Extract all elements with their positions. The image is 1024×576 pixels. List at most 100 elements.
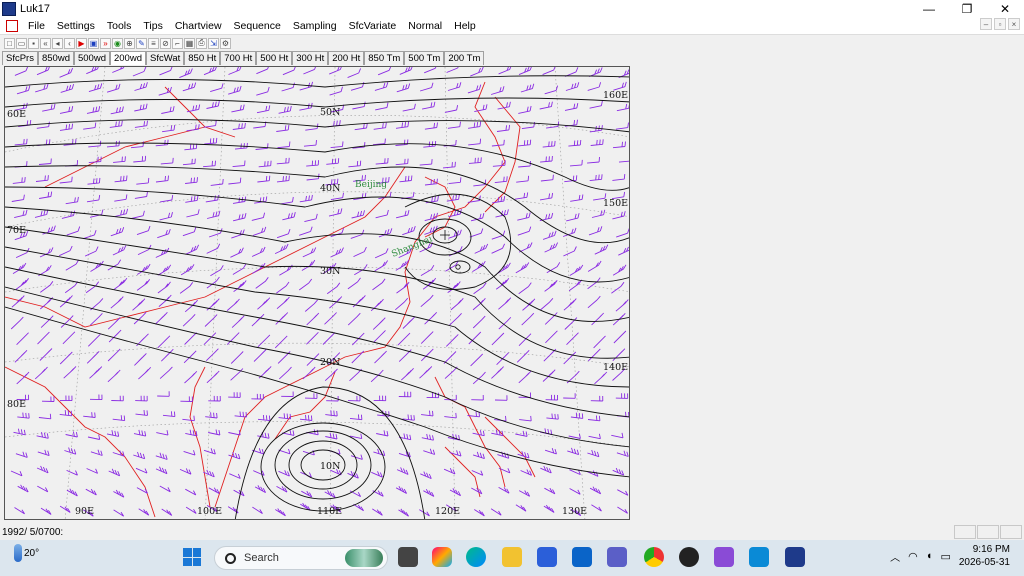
chrome-icon[interactable] [644, 547, 664, 567]
outlook-icon[interactable] [572, 547, 592, 567]
mdi-close-button[interactable]: × [1008, 18, 1020, 30]
wind-barb [87, 177, 101, 185]
wind-barb [135, 410, 148, 416]
wind-barb [395, 297, 409, 311]
menu-tips[interactable]: Tips [137, 20, 168, 32]
open-icon[interactable]: ▭ [16, 37, 27, 49]
wind-barb [276, 157, 290, 165]
menu-sfcvariate[interactable]: SfcVariate [343, 20, 403, 32]
wind-barb [520, 469, 533, 476]
grid-icon[interactable]: ▦ [184, 37, 195, 49]
battery-icon[interactable]: ▭ [940, 550, 950, 563]
mdi-minimize-button[interactable]: ‒ [980, 18, 992, 30]
wind-barb [449, 450, 462, 457]
menu-help[interactable]: Help [448, 20, 482, 32]
media-icon[interactable] [679, 547, 699, 567]
first-icon[interactable]: « [40, 37, 51, 49]
tab-850tm[interactable]: 850 Tm [364, 51, 405, 65]
tab-200wd[interactable]: 200wd [109, 51, 146, 65]
wind-barb [257, 297, 271, 310]
settings-icon[interactable]: ⚙ [220, 37, 231, 49]
start-icon[interactable] [183, 548, 201, 566]
tab-sfcwat[interactable]: SfcWat [145, 51, 185, 65]
tab-500tm[interactable]: 500 Tm [404, 51, 445, 65]
remote-icon[interactable] [749, 547, 769, 567]
print-icon[interactable]: ⎙ [196, 37, 207, 49]
menu-tools[interactable]: Tools [101, 20, 138, 32]
store-icon[interactable] [537, 547, 557, 567]
play-icon[interactable]: ▣ [88, 37, 99, 49]
visual-studio-icon[interactable] [714, 547, 734, 567]
menu-sequence[interactable]: Sequence [228, 20, 287, 32]
fast-forward-icon[interactable]: » [100, 37, 111, 49]
pen-icon[interactable]: ✎ [136, 37, 147, 49]
menu-settings[interactable]: Settings [51, 20, 101, 32]
thermometer-icon [14, 544, 22, 562]
wind-barb [615, 122, 629, 130]
chevron-up-icon[interactable]: ︿ [890, 549, 900, 564]
lasso-icon[interactable]: ⊘ [160, 37, 171, 49]
wind-barb [449, 312, 462, 326]
tab-850wd[interactable]: 850wd [37, 51, 74, 65]
maximize-button[interactable]: ❐ [948, 0, 986, 18]
teams-icon[interactable] [607, 547, 627, 567]
zoom-icon[interactable]: ⊕ [124, 37, 135, 49]
wind-barb [374, 260, 388, 272]
wind-barb [612, 141, 626, 149]
stop-icon[interactable]: ▶ [76, 37, 87, 49]
mdi-restore-button[interactable]: ▫ [994, 18, 1006, 30]
wind-barb [395, 209, 410, 219]
volume-icon[interactable]: ◖ [926, 550, 933, 562]
clock[interactable]: 9:16 PM 2026-05-31 [959, 543, 1010, 569]
export-icon[interactable]: ⇲ [208, 37, 219, 49]
wind-barb [420, 471, 432, 480]
edge-icon[interactable] [466, 547, 486, 567]
menu-chartview[interactable]: Chartview [169, 20, 228, 32]
tab-500ht[interactable]: 500 Ht [256, 51, 293, 65]
wind-barb [86, 106, 101, 114]
tab-500wd[interactable]: 500wd [73, 51, 110, 65]
minimize-button[interactable]: — [910, 0, 948, 18]
wind-barb [322, 332, 336, 345]
wind-barb [587, 82, 602, 91]
menu-file[interactable]: File [22, 20, 51, 32]
tab-sfcprs[interactable]: SfcPrs [2, 51, 38, 65]
wind-barb [17, 484, 29, 493]
wind-barb [134, 82, 148, 91]
wind-barb [206, 210, 221, 219]
clock-time: 9:16 PM [972, 544, 1010, 555]
menu-sampling[interactable]: Sampling [287, 20, 343, 32]
wind-barb [276, 281, 290, 294]
luk17-icon[interactable] [785, 547, 805, 567]
globe-icon[interactable]: ◉ [112, 37, 123, 49]
tab-700ht[interactable]: 700 Ht [220, 51, 257, 65]
weather-map[interactable]: 60E 70E 80E 160E 150E 140E 50N 40N 30N 2… [4, 66, 630, 520]
wind-barb [587, 449, 600, 458]
wind-barb [444, 105, 459, 113]
close-button[interactable]: ✕ [986, 0, 1024, 18]
tab-300ht[interactable]: 300 Ht [292, 51, 329, 65]
prev-step-icon[interactable]: ‹ [64, 37, 75, 49]
wind-barb [542, 140, 556, 148]
lon-label-110e: 110E [317, 506, 342, 517]
wind-barb [471, 487, 483, 495]
text-icon[interactable]: ≡ [148, 37, 159, 49]
folder-icon[interactable] [502, 547, 522, 567]
new-icon[interactable]: □ [4, 37, 15, 49]
wifi-icon[interactable]: ◠ [908, 550, 918, 563]
task-view-icon[interactable] [398, 547, 418, 567]
wind-barb [540, 298, 554, 311]
tab-200tm[interactable]: 200 Tm [444, 51, 485, 65]
tab-200ht[interactable]: 200 Ht [328, 51, 365, 65]
copilot-icon[interactable] [432, 547, 452, 567]
menu-normal[interactable]: Normal [402, 20, 448, 32]
line-icon[interactable]: ⌐ [172, 37, 183, 49]
save-icon[interactable]: ▪ [28, 37, 39, 49]
weather-widget[interactable]: 20° [14, 544, 39, 562]
tab-850ht[interactable]: 850 Ht [184, 51, 221, 65]
wind-barb [330, 141, 344, 149]
search-box[interactable]: Search [214, 546, 388, 570]
wind-barb [498, 297, 512, 310]
wind-barb [228, 392, 241, 398]
prev-icon[interactable]: ◂ [52, 37, 63, 49]
